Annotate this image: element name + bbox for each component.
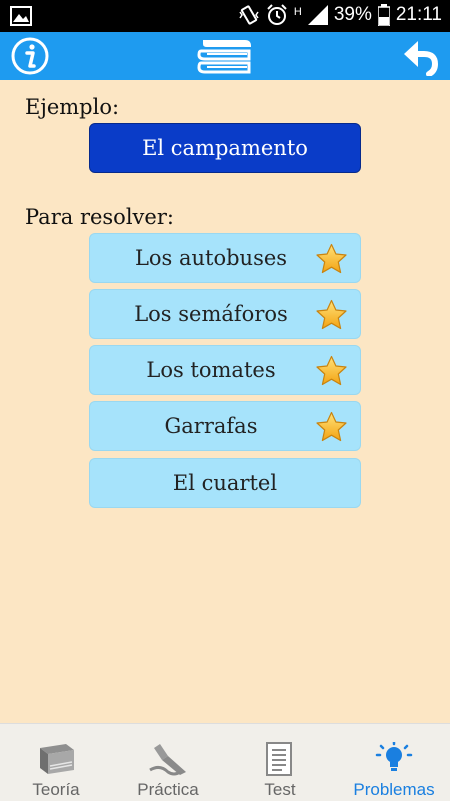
- nav-label: Problemas: [353, 780, 435, 799]
- problem-button-tomates[interactable]: Los tomates: [89, 345, 361, 395]
- back-arrow-icon[interactable]: [400, 38, 440, 76]
- nav-item-practica[interactable]: Práctica: [112, 724, 224, 801]
- books-icon: [197, 40, 251, 74]
- vibrate-icon: [239, 5, 259, 25]
- star-icon: [316, 299, 347, 330]
- star-icon: [316, 355, 347, 386]
- image-icon: [10, 6, 32, 26]
- problem-button-label: Los tomates: [146, 358, 276, 382]
- app-bar: [0, 32, 450, 80]
- star-icon: [316, 243, 347, 274]
- battery-icon: [377, 4, 390, 26]
- nav-item-test[interactable]: Test: [224, 724, 336, 801]
- battery-percent: 39%: [333, 4, 372, 25]
- example-button[interactable]: El campamento: [89, 123, 361, 173]
- signal-icon: [307, 5, 328, 25]
- lightbulb-icon: [375, 742, 413, 771]
- problem-button-cuartel[interactable]: El cuartel: [89, 458, 361, 508]
- clock-time: 21:11: [395, 4, 442, 25]
- problems-heading: Para resolver:: [25, 205, 174, 229]
- problem-button-garrafas[interactable]: Garrafas: [89, 401, 361, 451]
- bottom-navigation: Teoría Práctica Test Problemas: [0, 723, 450, 801]
- pen-icon: [149, 744, 186, 776]
- example-button-label: El campamento: [142, 136, 308, 160]
- problem-button-label: Los semáforos: [134, 302, 288, 326]
- problem-button-semaforos[interactable]: Los semáforos: [89, 289, 361, 339]
- problem-button-autobuses[interactable]: Los autobuses: [89, 233, 361, 283]
- info-icon[interactable]: [10, 36, 50, 76]
- network-type: H: [293, 6, 302, 18]
- nav-label: Test: [264, 780, 296, 799]
- problem-button-label: Garrafas: [164, 414, 258, 438]
- status-bar: H 39% 21:11: [0, 0, 450, 32]
- problem-button-label: Los autobuses: [134, 246, 288, 270]
- problem-button-label: El cuartel: [172, 471, 278, 495]
- book-icon: [40, 744, 74, 774]
- alarm-icon: [267, 4, 287, 25]
- nav-item-problemas[interactable]: Problemas: [338, 724, 450, 801]
- checklist-icon: [266, 742, 292, 776]
- star-icon: [316, 411, 347, 442]
- nav-item-teoria[interactable]: Teoría: [0, 724, 112, 801]
- example-heading: Ejemplo:: [25, 95, 120, 119]
- nav-label: Teoría: [32, 780, 80, 799]
- nav-label: Práctica: [137, 780, 199, 799]
